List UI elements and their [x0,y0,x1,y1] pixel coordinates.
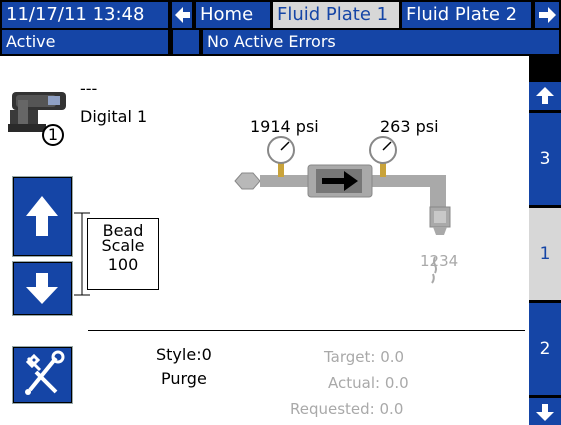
arrow-up-icon [536,87,554,104]
status-active: Active [2,30,168,54]
device-badge: 1 [42,124,64,146]
gun-numbers: 1234 [420,252,459,270]
tab-fluid-plate-2[interactable]: Fluid Plate 2 [402,2,531,28]
scroll-down-button[interactable] [529,398,561,425]
divider [88,330,525,331]
dispenser-icon [8,92,66,132]
bead-scale-box: Bead Scale 100 [87,218,159,290]
tools-icon [25,350,65,395]
requested-value: Requested: 0.0 [290,400,404,418]
right-tab-column: 3 1 2 [529,56,561,425]
scroll-up-button[interactable] [529,82,561,110]
header-bar: 11/17/11 13:48 Home Fluid Plate 1 Fluid … [0,0,561,30]
device-name-line2: Digital 1 [80,107,148,126]
setup-button[interactable] [12,346,73,404]
arrow-down-icon [536,404,554,421]
inlet-pressure: 1914 psi [250,117,319,136]
tab-side-3[interactable]: 3 [529,113,561,205]
inlet-valve-icon [234,172,261,190]
status-errors: No Active Errors [203,30,559,54]
increase-button[interactable] [12,176,73,257]
status-indicator [173,30,199,54]
tab-home[interactable]: Home [196,2,270,28]
tab-fluid-plate-1[interactable]: Fluid Plate 1 [273,2,399,28]
datetime: 11/17/11 13:48 [2,2,168,28]
outlet-pressure: 263 psi [380,117,439,136]
status-bar: Active No Active Errors [0,30,561,56]
bead-scale-label2: Scale [101,236,145,255]
device-icon[interactable]: 1 [6,84,76,146]
mode-value: Purge [161,369,207,388]
target-value: Target: 0.0 [324,348,405,366]
arrow-left-icon [175,7,190,23]
pressure-gauge-icon [369,136,397,164]
back-arrow-button[interactable] [172,2,192,28]
bead-scale-value: 100 [107,255,139,274]
decrease-button[interactable] [12,261,73,316]
actual-value: Actual: 0.0 [328,374,409,392]
tab-side-1[interactable]: 1 [529,208,561,300]
forward-arrow-button[interactable] [535,2,559,28]
pressure-gauge-icon [267,136,295,164]
arrow-down-icon [26,273,58,304]
arrow-up-icon [26,196,58,236]
style-value: Style:0 [156,345,212,364]
device-name-line1: --- [80,79,98,98]
fluid-plate-diagram [234,136,451,284]
tab-side-2[interactable]: 2 [529,303,561,395]
arrow-right-icon [539,7,556,23]
